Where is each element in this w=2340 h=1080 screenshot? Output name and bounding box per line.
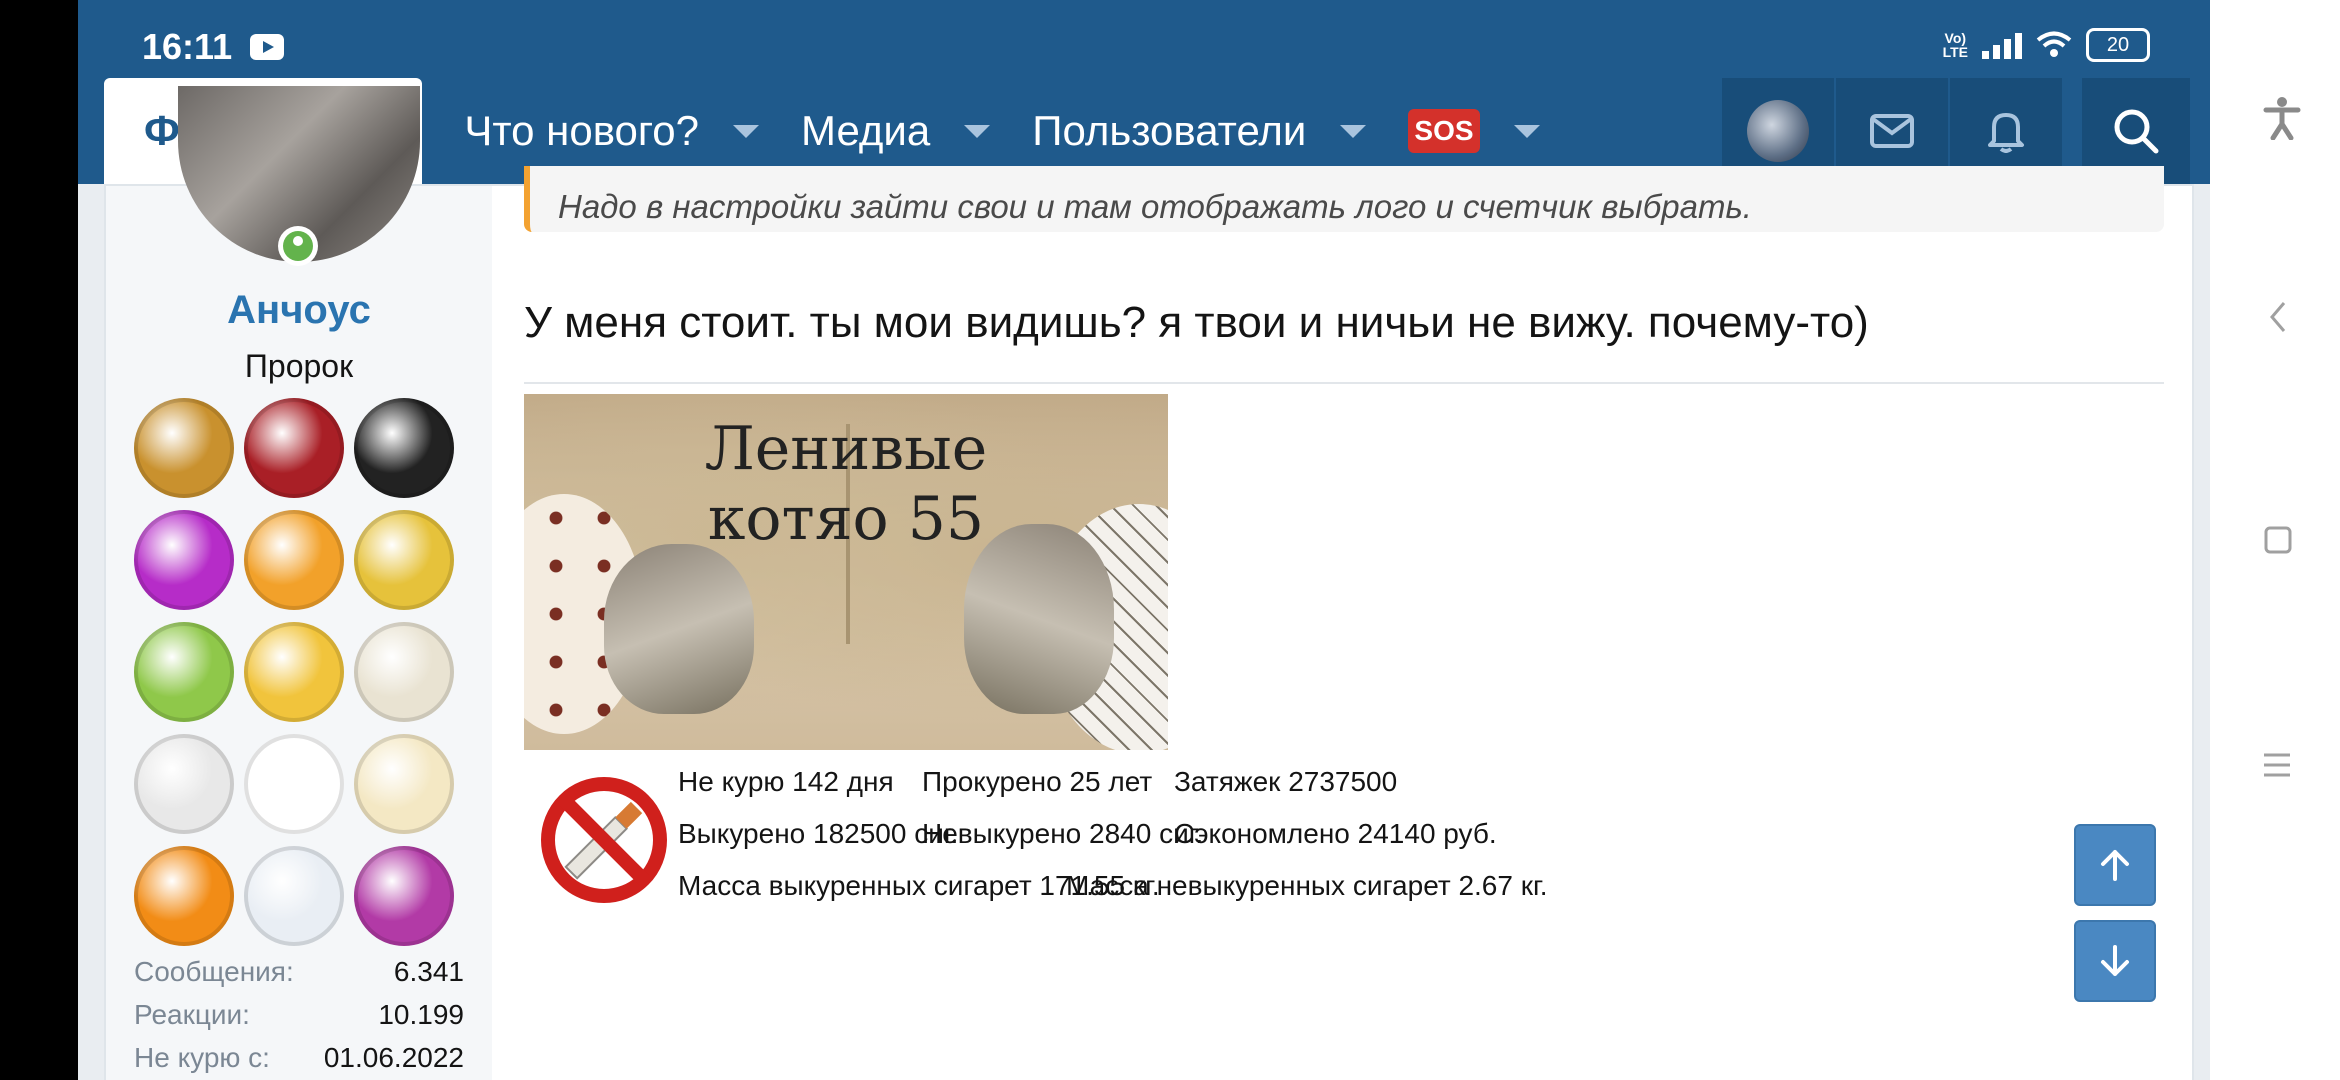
award-badge-icon[interactable] [134,398,234,498]
counter-smoked-years: Прокурено 25 лет [922,766,1153,797]
nav-media-label: Медиа [801,107,931,154]
award-badge-icon[interactable] [354,398,454,498]
nav-whats-new[interactable]: Что нового? [422,107,760,155]
forum-app: 16:11 Vo)LTE 20 Форумы Что нового? [78,0,2210,1080]
stat-row: Реакции: 10.199 [134,999,464,1042]
volte-icon: Vo) LTE [1942,30,1968,60]
post-content: Надо в настройки зайти свои и там отобра… [524,166,2164,1080]
accessibility-icon[interactable] [2262,96,2302,140]
award-badge-icon[interactable] [134,510,234,610]
nav-users-label: Пользователи [1032,107,1307,154]
signature-banner-image[interactable]: Ленивые котяо 55 [524,394,1168,750]
award-badge-icon[interactable] [354,510,454,610]
cat-image [604,544,754,714]
stat-row: Не курю с: 01.06.2022 [134,1042,464,1080]
stat-value: 10.199 [378,999,464,1030]
award-badge-icon[interactable] [354,622,454,722]
avatar-icon [1747,100,1809,162]
stat-row: Сообщения: 6.341 [134,956,464,999]
counter-saved-money: Сэкономлено 24140 руб. [1174,818,1497,849]
post-user-column: Анчоус Пророк Сообщения: 6.341 Реакции: … [106,86,492,1080]
post-message: У меня стоит. ты мои видишь? я твои и ни… [524,298,1869,347]
home-square-icon[interactable] [2264,526,2292,554]
counter-days: Не курю 142 дня [678,766,894,797]
user-badges [134,398,464,946]
signal-icon [1982,31,2022,59]
award-badge-icon[interactable] [354,846,454,946]
quit-smoking-counter[interactable]: Не курю 142 дня Прокурено 25 лет Затяжек… [532,766,1832,926]
award-badge-icon[interactable] [134,846,234,946]
award-badge-icon[interactable] [244,846,344,946]
no-smoking-icon [541,777,667,903]
online-status-icon [278,226,318,266]
username-link[interactable]: Анчоус [106,288,492,333]
chevron-down-icon[interactable] [964,124,991,138]
chevron-down-icon[interactable] [733,124,760,138]
award-badge-icon[interactable] [134,734,234,834]
banner-caption-line2: котяо 55 [707,484,985,554]
banner-caption-line1: Ленивые [704,414,988,484]
status-time: 16:11 [142,26,233,67]
youtube-icon [250,34,284,60]
counter-not-smoked-cigs: Невыкурено 2840 сиг. [922,818,1204,849]
arrow-down-icon [2101,945,2129,976]
signature-divider [524,382,2164,384]
user-title: Пророк [244,348,354,384]
stat-label: Сообщения: [134,956,294,987]
counter-puffs: Затяжек 2737500 [1174,766,1398,797]
search-icon [2114,109,2159,154]
award-badge-icon[interactable] [244,510,344,610]
arrow-up-icon [2101,850,2129,881]
stat-label: Не курю с: [134,1042,270,1073]
forum-post: Анчоус Пророк Сообщения: 6.341 Реакции: … [104,86,2194,1080]
bell-icon [1988,113,2024,153]
counter-smoked-cigs: Выкурено 182500 сиг. [678,818,959,849]
nav-media[interactable]: Медиа [759,107,991,155]
scroll-to-top-button[interactable] [2074,824,2156,906]
chevron-down-icon[interactable] [1513,124,1540,138]
scroll-to-bottom-button[interactable] [2074,920,2156,1002]
status-indicators: Vo) LTE 20 [1943,28,2150,62]
menu-lines-icon[interactable] [2262,752,2292,778]
sos-icon: SOS [1408,109,1480,153]
quote-block: Надо в настройки зайти свои и там отобра… [524,166,2164,232]
award-badge-icon[interactable] [244,622,344,722]
stat-label: Реакции: [134,999,250,1030]
envelope-icon [1870,114,1914,148]
wifi-icon [2036,31,2072,57]
counter-not-smoked-mass: Масса невыкуренных сигарет 2.67 кг. [1066,870,1548,901]
user-stats: Сообщения: 6.341 Реакции: 10.199 Не курю… [134,956,464,1080]
award-badge-icon[interactable] [354,734,454,834]
stat-value: 6.341 [393,956,464,987]
nav-sos[interactable]: SOS [1366,109,1540,153]
stat-value: 01.06.2022 [323,1042,464,1073]
back-chevron-icon[interactable] [2268,300,2288,334]
battery-icon: 20 [2086,28,2150,62]
award-badge-icon[interactable] [244,398,344,498]
award-badge-icon[interactable] [134,622,234,722]
nav-users[interactable]: Пользователи [990,107,1367,155]
quote-text: Надо в настройки зайти свои и там отобра… [558,188,1752,225]
nav-whats-new-label: Что нового? [464,107,700,154]
chevron-down-icon[interactable] [1340,124,1367,138]
award-badge-icon[interactable] [244,734,344,834]
left-screen-edge [0,0,78,1080]
